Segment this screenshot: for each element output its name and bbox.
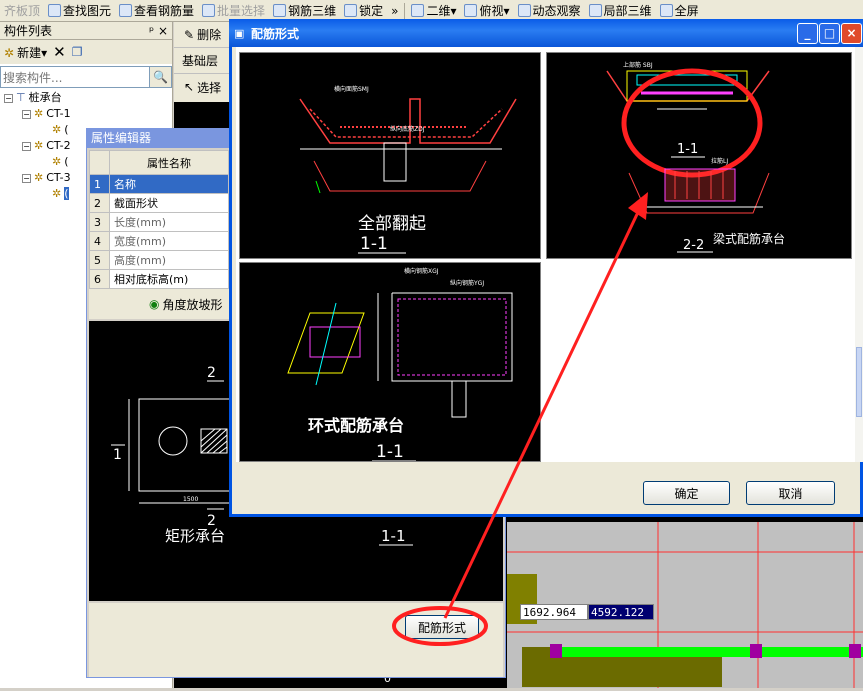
pile-cap-icon: ⊤ xyxy=(16,91,26,104)
toolbar-top-view[interactable]: 俯视 ▾ xyxy=(460,1,513,21)
component-list-title: 构件列表 xyxy=(4,24,53,38)
coord-y-field[interactable]: 4592.122 xyxy=(588,604,654,620)
option-beam-type[interactable]: 上部筋 SBJ 1-1 拉筋LJ 2-2 梁式配筋承台 xyxy=(546,52,852,259)
find-icon xyxy=(48,4,62,17)
pin-close-icon[interactable]: ᵖ × xyxy=(149,24,168,38)
bottom-label: 纵向底筋ZDJ xyxy=(390,125,425,133)
delete-button[interactable]: ✎ 删除 xyxy=(174,22,234,48)
tree-node-ct1[interactable]: − ✲ CT-1 xyxy=(0,106,172,122)
option-2-section-b: 2-2 xyxy=(683,238,704,253)
toolbar-slab-top[interactable]: 齐板顶 xyxy=(0,1,44,21)
dialog-title-bar: ▣ 配筋形式 _ □ × xyxy=(229,19,863,47)
option-2-caption: 梁式配筋承台 xyxy=(713,231,785,246)
rebar-form-button[interactable]: 配筋形式 xyxy=(405,615,479,639)
option-all-bend-up[interactable]: 横向面筋SMJ 纵向底筋ZDJ 全部翻起 1-1 xyxy=(239,52,541,259)
property-editor-footer: 配筋形式 xyxy=(89,603,503,677)
component-list-title-bar: 构件列表 ᵖ × xyxy=(0,22,172,40)
section-left-label: 1 xyxy=(113,447,122,463)
drawing-toolbar: ✎ 删除 基础层 ↖ 选择 xyxy=(174,22,234,102)
search-icon[interactable]: 🔍 xyxy=(149,67,171,87)
new-icon: ✲ xyxy=(4,45,15,60)
orbit-icon xyxy=(517,4,531,17)
2d-icon xyxy=(411,4,425,17)
local-3d-icon xyxy=(588,4,602,17)
row-number-header xyxy=(89,150,110,175)
table-row[interactable]: 1 名称 xyxy=(89,174,229,194)
coord-x-field[interactable]: 1692.964 xyxy=(520,604,588,620)
property-table: 属性名称 1 名称 2 截面形状 3 长度(mm) 4 宽度(mm) 5 高度(mm) 6… xyxy=(89,150,229,289)
batch-select-icon xyxy=(202,4,216,17)
toolbar-fullscreen[interactable]: 全屏 xyxy=(656,1,703,21)
dialog-app-icon: ▣ xyxy=(234,26,245,40)
ok-button[interactable]: 确定 xyxy=(643,481,730,505)
minimize-icon[interactable]: _ xyxy=(797,23,818,44)
rebar-3d-icon xyxy=(273,4,287,17)
table-row[interactable]: 5 高度(mm) xyxy=(89,250,229,270)
toolbar-orbit[interactable]: 动态观察 xyxy=(514,1,585,21)
top-view-icon xyxy=(464,4,478,17)
toolbar-rebar-3d[interactable]: 钢筋三维 xyxy=(269,1,340,21)
search-input[interactable]: 搜索构件... xyxy=(1,69,149,86)
option-2-section-a: 1-1 xyxy=(677,142,698,157)
toolbar-local-3d[interactable]: 局部三维 xyxy=(585,1,656,21)
option-ring-type[interactable]: 横向钢筋XGJ 纵向钢筋YGJ 环式配筋承台 1-1 xyxy=(239,262,541,462)
tree-node-pile-cap[interactable]: − ⊤ 桩承台 xyxy=(0,90,172,106)
gear-icon: ✲ xyxy=(52,123,62,136)
top-label: 上部筋 SBJ xyxy=(623,61,653,69)
dialog-scrollbar[interactable] xyxy=(855,47,863,462)
table-row[interactable]: 3 长度(mm) xyxy=(89,212,229,232)
gear-icon: ✲ xyxy=(34,107,44,120)
shape-caption: 矩形承台 xyxy=(165,527,225,545)
select-button[interactable]: ↖ 选择 xyxy=(174,74,234,100)
option-1-section: 1-1 xyxy=(360,234,388,254)
table-row[interactable]: 2 截面形状 xyxy=(89,193,229,213)
section-top-label: 2 xyxy=(207,365,216,381)
slope-radio[interactable]: ◉ 角度放坡形 xyxy=(89,289,231,319)
fullscreen-icon xyxy=(659,4,673,17)
component-list-tools: ✲ 新建▾ ✕ ❐ xyxy=(0,40,172,64)
cursor-icon: ↖ xyxy=(184,80,195,94)
option-3-section: 1-1 xyxy=(376,442,404,462)
delete-pen-icon: ✎ xyxy=(184,27,195,42)
delete-icon[interactable]: ✕ xyxy=(53,43,66,61)
option-1-caption: 全部翻起 xyxy=(358,214,426,234)
layer-select[interactable]: 基础层 xyxy=(174,48,234,74)
bend-label: 横向面筋SMJ xyxy=(334,85,369,93)
dialog-title: 配筋形式 xyxy=(251,26,300,41)
copy-icon[interactable]: ❐ xyxy=(72,45,83,59)
option-3-caption: 环式配筋承台 xyxy=(308,416,404,435)
maximize-icon[interactable]: □ xyxy=(819,23,840,44)
gear-icon: ✲ xyxy=(52,187,62,200)
dimension-label: 1500 xyxy=(183,496,198,503)
rebar-options-grid: 横向面筋SMJ 纵向底筋ZDJ 全部翻起 1-1 上部筋 SBJ 1-1 拉筋L… xyxy=(236,47,855,462)
close-icon[interactable]: × xyxy=(841,23,862,44)
toolbar-find-element[interactable]: 查找图元 xyxy=(44,1,115,21)
toolbar-rebar-quantity[interactable]: 查看钢筋量 xyxy=(115,1,198,21)
table-row[interactable]: 4 宽度(mm) xyxy=(89,231,229,251)
gear-icon: ✲ xyxy=(34,139,44,152)
ring-y-label: 纵向钢筋YGJ xyxy=(450,279,484,287)
component-search: 搜索构件... 🔍 xyxy=(0,66,172,88)
rebar-form-dialog: ▣ 配筋形式 _ □ × 横向面筋SMJ 纵向底筋ZDJ 全部翻起 1-1 上部… xyxy=(229,19,863,517)
toolbar-more[interactable]: » xyxy=(387,1,402,21)
radio-selected-icon: ◉ xyxy=(149,297,160,311)
hoop-label: 拉筋LJ xyxy=(711,157,728,165)
ring-x-label: 横向钢筋XGJ xyxy=(404,267,439,275)
lock-icon xyxy=(344,4,358,17)
toolbar-lock[interactable]: 锁定 xyxy=(340,1,387,21)
table-row[interactable]: 6 相对底标高(m) xyxy=(89,269,229,289)
toolbar-2d[interactable]: 二维 ▾ xyxy=(407,1,460,21)
gear-icon: ✲ xyxy=(34,171,44,184)
cancel-button[interactable]: 取消 xyxy=(746,481,835,505)
rebar-quantity-icon xyxy=(119,4,133,17)
new-component-button[interactable]: ✲ 新建▾ xyxy=(4,44,47,61)
section-center-label: 1-1 xyxy=(381,527,406,545)
toolbar-batch-select[interactable]: 批量选择 xyxy=(198,1,269,21)
property-name-header: 属性名称 xyxy=(109,150,229,175)
toolbar-separator xyxy=(404,2,406,19)
gear-icon: ✲ xyxy=(52,155,62,168)
